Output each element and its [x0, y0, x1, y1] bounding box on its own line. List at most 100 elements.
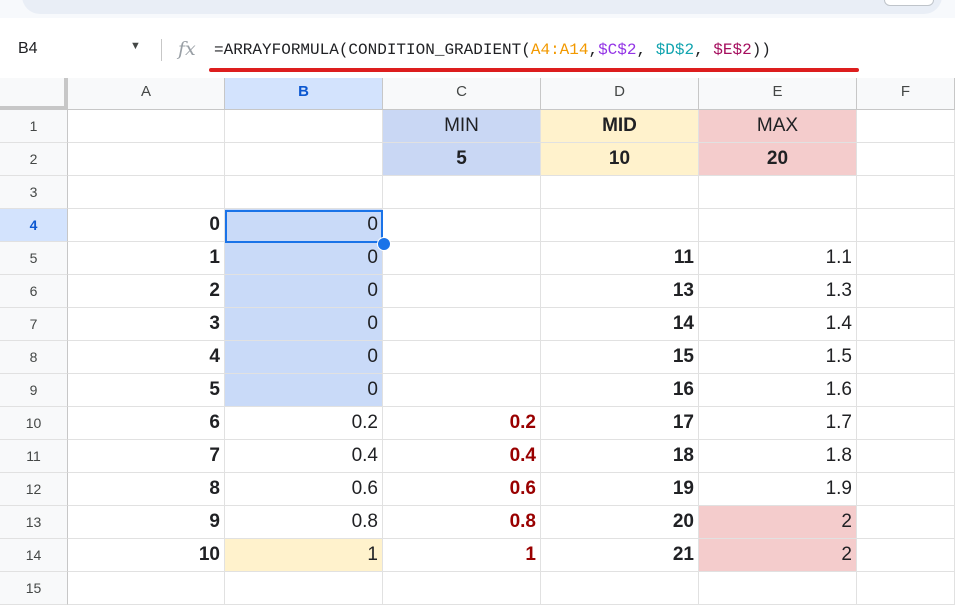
- cell-b4[interactable]: 0: [225, 209, 383, 242]
- cell-d3[interactable]: [541, 176, 699, 209]
- cell-a13[interactable]: 9: [68, 506, 225, 539]
- cell-b8[interactable]: 0: [225, 341, 383, 374]
- cell-f12[interactable]: [857, 473, 955, 506]
- cell-d5[interactable]: 11: [541, 242, 699, 275]
- name-box[interactable]: B4: [18, 40, 38, 58]
- row-header-4[interactable]: 4: [0, 209, 68, 242]
- cell-b9[interactable]: 0: [225, 374, 383, 407]
- cell-c8[interactable]: [383, 341, 541, 374]
- cell-b7[interactable]: 0: [225, 308, 383, 341]
- row-header-5[interactable]: 5: [0, 242, 68, 275]
- cell-b13[interactable]: 0.8: [225, 506, 383, 539]
- cell-b14[interactable]: 1: [225, 539, 383, 572]
- cell-a5[interactable]: 1: [68, 242, 225, 275]
- cell-b3[interactable]: [225, 176, 383, 209]
- cell-c14[interactable]: 1: [383, 539, 541, 572]
- cell-d6[interactable]: 13: [541, 275, 699, 308]
- cell-b10[interactable]: 0.2: [225, 407, 383, 440]
- cell-d13[interactable]: 20: [541, 506, 699, 539]
- cell-e4[interactable]: [699, 209, 857, 242]
- row-header-11[interactable]: 11: [0, 440, 68, 473]
- column-header-b[interactable]: B: [225, 78, 383, 110]
- cell-f11[interactable]: [857, 440, 955, 473]
- cell-f10[interactable]: [857, 407, 955, 440]
- cell-f15[interactable]: [857, 572, 955, 605]
- cell-e11[interactable]: 1.8: [699, 440, 857, 473]
- cell-c4[interactable]: [383, 209, 541, 242]
- cell-f6[interactable]: [857, 275, 955, 308]
- cell-d8[interactable]: 15: [541, 341, 699, 374]
- row-header-2[interactable]: 2: [0, 143, 68, 176]
- cell-d12[interactable]: 19: [541, 473, 699, 506]
- cell-e13[interactable]: 2: [699, 506, 857, 539]
- cell-a2[interactable]: [68, 143, 225, 176]
- row-header-1[interactable]: 1: [0, 110, 68, 143]
- cell-d14[interactable]: 21: [541, 539, 699, 572]
- row-header-15[interactable]: 15: [0, 572, 68, 605]
- cell-a7[interactable]: 3: [68, 308, 225, 341]
- column-header-a[interactable]: A: [68, 78, 225, 110]
- cell-c1[interactable]: MIN: [383, 110, 541, 143]
- cell-a12[interactable]: 8: [68, 473, 225, 506]
- row-header-10[interactable]: 10: [0, 407, 68, 440]
- cell-c6[interactable]: [383, 275, 541, 308]
- cell-e1[interactable]: MAX: [699, 110, 857, 143]
- cell-a3[interactable]: [68, 176, 225, 209]
- row-header-3[interactable]: 3: [0, 176, 68, 209]
- cell-f14[interactable]: [857, 539, 955, 572]
- cell-d9[interactable]: 16: [541, 374, 699, 407]
- cell-c2[interactable]: 5: [383, 143, 541, 176]
- cell-d15[interactable]: [541, 572, 699, 605]
- cell-e15[interactable]: [699, 572, 857, 605]
- row-header-6[interactable]: 6: [0, 275, 68, 308]
- cell-c13[interactable]: 0.8: [383, 506, 541, 539]
- cell-f4[interactable]: [857, 209, 955, 242]
- formula-input[interactable]: =ARRAYFORMULA(CONDITION_GRADIENT(A4:A14,…: [214, 41, 771, 59]
- cell-e3[interactable]: [699, 176, 857, 209]
- cell-a4[interactable]: 0: [68, 209, 225, 242]
- row-header-9[interactable]: 9: [0, 374, 68, 407]
- cell-e14[interactable]: 2: [699, 539, 857, 572]
- row-header-8[interactable]: 8: [0, 341, 68, 374]
- cell-b15[interactable]: [225, 572, 383, 605]
- cell-a11[interactable]: 7: [68, 440, 225, 473]
- name-box-dropdown-icon[interactable]: ▼: [130, 40, 141, 52]
- cell-e8[interactable]: 1.5: [699, 341, 857, 374]
- cell-d1[interactable]: MID: [541, 110, 699, 143]
- row-header-14[interactable]: 14: [0, 539, 68, 572]
- fill-handle[interactable]: [377, 237, 391, 251]
- cell-a8[interactable]: 4: [68, 341, 225, 374]
- cell-e5[interactable]: 1.1: [699, 242, 857, 275]
- cell-b1[interactable]: [225, 110, 383, 143]
- row-header-7[interactable]: 7: [0, 308, 68, 341]
- row-header-12[interactable]: 12: [0, 473, 68, 506]
- cell-f7[interactable]: [857, 308, 955, 341]
- cell-b6[interactable]: 0: [225, 275, 383, 308]
- cell-c15[interactable]: [383, 572, 541, 605]
- column-header-e[interactable]: E: [699, 78, 857, 110]
- cell-c10[interactable]: 0.2: [383, 407, 541, 440]
- cell-d10[interactable]: 17: [541, 407, 699, 440]
- cell-a9[interactable]: 5: [68, 374, 225, 407]
- toolbar-button[interactable]: [884, 0, 934, 6]
- column-header-f[interactable]: F: [857, 78, 955, 110]
- column-header-d[interactable]: D: [541, 78, 699, 110]
- cell-c7[interactable]: [383, 308, 541, 341]
- cell-f1[interactable]: [857, 110, 955, 143]
- cell-e10[interactable]: 1.7: [699, 407, 857, 440]
- cell-d7[interactable]: 14: [541, 308, 699, 341]
- cell-a6[interactable]: 2: [68, 275, 225, 308]
- cell-e6[interactable]: 1.3: [699, 275, 857, 308]
- cell-e7[interactable]: 1.4: [699, 308, 857, 341]
- cell-c5[interactable]: [383, 242, 541, 275]
- cell-f9[interactable]: [857, 374, 955, 407]
- cell-a1[interactable]: [68, 110, 225, 143]
- cell-c12[interactable]: 0.6: [383, 473, 541, 506]
- cell-f3[interactable]: [857, 176, 955, 209]
- cell-b12[interactable]: 0.6: [225, 473, 383, 506]
- cell-d2[interactable]: 10: [541, 143, 699, 176]
- cell-f5[interactable]: [857, 242, 955, 275]
- row-header-13[interactable]: 13: [0, 506, 68, 539]
- cell-d4[interactable]: [541, 209, 699, 242]
- cell-f2[interactable]: [857, 143, 955, 176]
